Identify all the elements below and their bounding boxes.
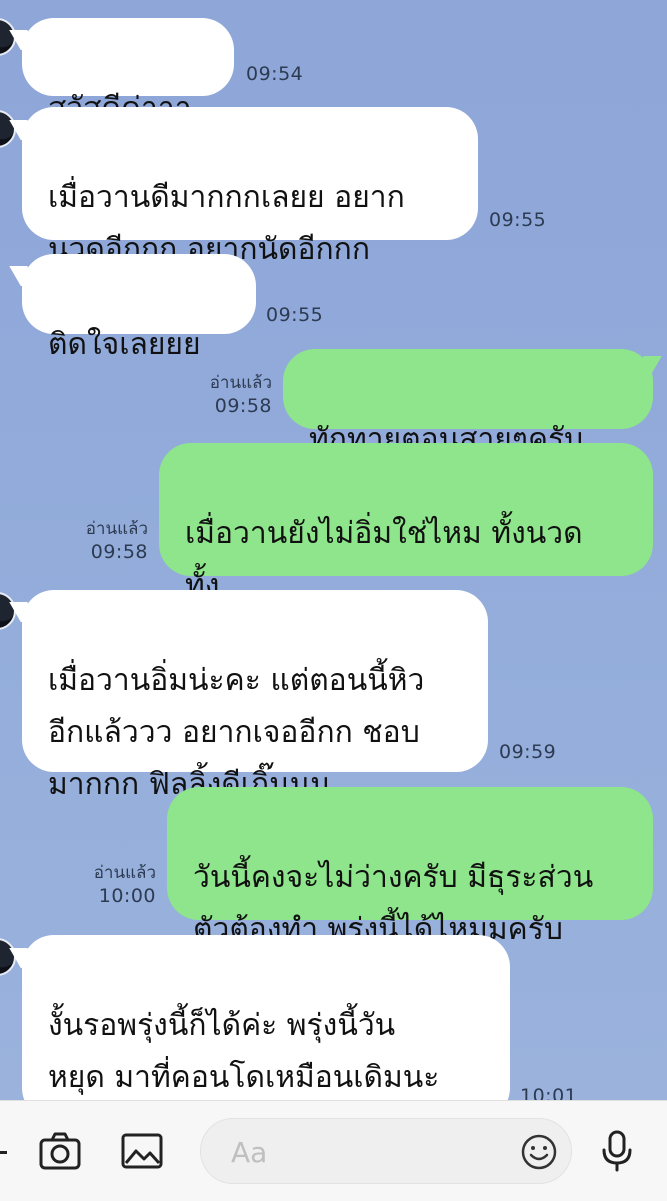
message-time: 09:58 xyxy=(214,395,272,417)
message-meta: อ่านแล้ว 10:00 xyxy=(66,862,156,908)
message-time: 09:59 xyxy=(499,741,557,763)
more-icon[interactable] xyxy=(0,1151,7,1154)
message-time: 09:54 xyxy=(246,63,304,85)
message-bubble-outgoing[interactable]: เมื่อวานยังไม่อิ่มใช่ไหม ทั้งนวด ทั้ง...… xyxy=(159,443,653,603)
message-time: 09:55 xyxy=(266,304,324,326)
read-receipt: อ่านแล้ว xyxy=(93,863,156,883)
message-bubble-incoming[interactable]: งั้นรอพรุ่งนี้ก็ได้ค่ะ พรุ่งนี้วัน หยุด … xyxy=(22,935,510,1100)
message-text: เมื่อวานอิ่มน่ะคะ แต่ตอนนี้หิว อีกแล้ววว… xyxy=(48,663,425,802)
message-bubble-incoming[interactable]: ติดใจเลยยย xyxy=(22,254,256,362)
chat-area[interactable]: สวัสดีค่าาา 09:54 เมื่อวานดีมากกกเลยย อย… xyxy=(0,0,667,1100)
message-bubble-incoming[interactable]: สวัสดีค่าาา xyxy=(22,18,234,126)
message-input-field[interactable] xyxy=(200,1118,572,1184)
message-time: 09:58 xyxy=(90,541,148,563)
message-bubble-outgoing[interactable]: ทักทายตอนสายๆครับ xyxy=(283,349,653,457)
message-meta: อ่านแล้ว 09:58 xyxy=(190,372,272,418)
message-bubble-incoming[interactable]: เมื่อวานดีมากกกเลยย อยาก นวดอีกกก อยากนั… xyxy=(22,107,478,267)
message-text: วันนี้คงจะไม่ว่างครับ มีธุระส่วน ตัวต้อง… xyxy=(193,860,594,947)
message-bubble-outgoing[interactable]: วันนี้คงจะไม่ว่างครับ มีธุระส่วน ตัวต้อง… xyxy=(167,787,653,947)
microphone-icon[interactable] xyxy=(595,1129,639,1173)
message-input[interactable] xyxy=(229,1129,503,1175)
message-bubble-incoming[interactable]: เมื่อวานอิ่มน่ะคะ แต่ตอนนี้หิว อีกแล้ววว… xyxy=(22,590,488,802)
read-receipt: อ่านแล้ว xyxy=(209,373,272,393)
message-time: 10:01 xyxy=(520,1085,578,1100)
message-time: 10:00 xyxy=(98,885,156,907)
message-meta: อ่านแล้ว 09:58 xyxy=(60,518,148,564)
emoji-icon[interactable] xyxy=(519,1132,559,1172)
message-input-bar xyxy=(0,1100,667,1201)
message-text: งั้นรอพรุ่งนี้ก็ได้ค่ะ พรุ่งนี้วัน หยุด … xyxy=(48,1008,440,1095)
read-receipt: อ่านแล้ว xyxy=(85,519,148,539)
message-text: ติดใจเลยยย xyxy=(48,327,201,362)
message-time: 09:55 xyxy=(489,209,547,231)
camera-icon[interactable] xyxy=(38,1129,82,1173)
image-icon[interactable] xyxy=(120,1129,164,1173)
